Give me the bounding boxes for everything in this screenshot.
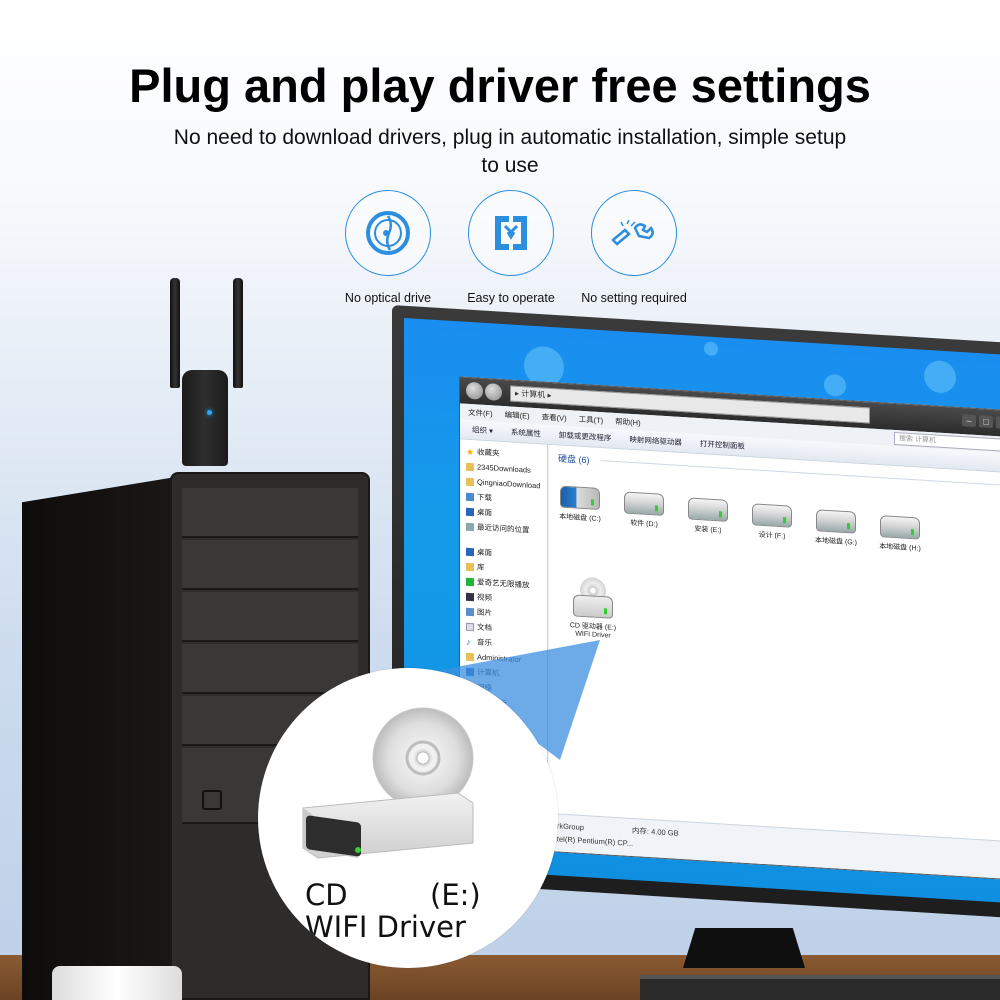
group-header-hard-disks[interactable]: 硬盘 (6): [558, 451, 590, 466]
keyboard: [640, 975, 1000, 1000]
library-icon: [466, 562, 474, 571]
magnified-drive-letter: (E:): [430, 878, 481, 912]
wallpaper-bubble: [924, 359, 956, 394]
drive-bay: [182, 488, 358, 538]
cd-drive-icon: [573, 594, 613, 619]
monitor-stand: [683, 928, 805, 968]
cup: [52, 966, 182, 1000]
close-button[interactable]: ×: [996, 416, 1000, 430]
uninstall-program-button[interactable]: 卸载或更改程序: [559, 429, 612, 443]
hard-drive-icon: [880, 515, 920, 540]
organize-button[interactable]: 组织 ▾: [472, 424, 493, 436]
drive-bay: [182, 592, 358, 642]
feature-no-setting-required: No setting required: [559, 190, 709, 305]
drive-bay: [182, 540, 358, 590]
menu-edit[interactable]: 编辑(E): [505, 409, 530, 422]
drive-item[interactable]: 本地磁盘 (H:): [870, 515, 930, 555]
iqiyi-icon: [466, 577, 474, 586]
optical-disc-icon: [366, 211, 410, 255]
wallpaper-bubble: [704, 341, 718, 357]
user-folder-icon: [466, 652, 474, 661]
hard-drive-icon: [816, 509, 856, 534]
drive-item[interactable]: 本地磁盘 (C:): [550, 485, 610, 525]
folder-icon: [466, 462, 474, 471]
drive-item[interactable]: 本地磁盘 (G:): [806, 509, 866, 549]
desktop-icon: [466, 547, 474, 556]
video-icon: [466, 592, 474, 601]
system-drive-icon: [560, 485, 600, 510]
easy-operate-icon: [495, 216, 527, 250]
feature-label: No setting required: [581, 291, 687, 305]
wifi-adapter: [182, 370, 228, 466]
page-title: Plug and play driver free settings: [129, 59, 871, 112]
menu-help[interactable]: 帮助(H): [615, 415, 640, 428]
folder-icon: [466, 477, 474, 486]
status-led: [207, 410, 212, 415]
computer-icon: [466, 667, 474, 676]
cd-drive-item[interactable]: CD 驱动器 (E:) WIFI Driver: [558, 575, 628, 640]
antenna: [170, 278, 180, 388]
cd-drive-large-icon: [302, 707, 474, 859]
star-icon: ★: [466, 446, 475, 457]
feature-circle: [345, 190, 431, 276]
feature-circle: [591, 190, 677, 276]
feature-circle: [468, 190, 554, 276]
content-pane: 硬盘 (6) 本地磁盘 (C:) 软件 (D:) 安装 (E:) 设计 (F:)…: [550, 444, 1000, 844]
broken-wrench-icon: [611, 219, 654, 246]
menu-file[interactable]: 文件(F): [468, 406, 493, 419]
maximize-button[interactable]: □: [979, 415, 993, 429]
magnified-wifi-driver-label: WIFI Driver: [305, 910, 466, 944]
desktop-icon: [466, 507, 474, 516]
hard-drive-icon: [752, 503, 792, 528]
hard-drive-icon: [624, 491, 664, 516]
wallpaper-bubble: [824, 373, 846, 398]
menu-tools[interactable]: 工具(T): [579, 413, 604, 426]
magnified-cd-drive: CD (E:) WIFI Driver: [258, 668, 558, 968]
document-icon: [466, 622, 474, 631]
open-control-panel-button[interactable]: 打开控制面板: [700, 438, 745, 452]
menu-view[interactable]: 查看(V): [542, 411, 567, 424]
drive-item[interactable]: 设计 (F:): [742, 503, 802, 543]
music-icon: ♪: [466, 636, 471, 647]
drive-item[interactable]: 安装 (E:): [678, 497, 738, 537]
forward-button[interactable]: [485, 382, 502, 401]
downloads-icon: [466, 492, 474, 501]
window-controls: – □ ×: [962, 414, 1000, 430]
back-button[interactable]: [466, 381, 483, 400]
magnified-cd-label: CD: [305, 878, 348, 912]
drive-item[interactable]: 软件 (D:): [614, 491, 674, 531]
memory-text: 内存: 4.00 GB: [631, 825, 679, 838]
antenna: [233, 278, 243, 388]
hard-drive-icon: [688, 497, 728, 522]
power-button: [202, 790, 222, 810]
map-network-drive-button[interactable]: 映射网络驱动器: [629, 434, 682, 448]
recent-places-icon: [466, 522, 474, 531]
pc-tower-side: [22, 476, 182, 1000]
picture-icon: [466, 607, 474, 616]
drive-bay: [182, 644, 358, 694]
system-properties-button[interactable]: 系统属性: [511, 427, 541, 440]
page-subtitle: No need to download drivers, plug in aut…: [173, 126, 847, 177]
minimize-button[interactable]: –: [962, 414, 976, 427]
